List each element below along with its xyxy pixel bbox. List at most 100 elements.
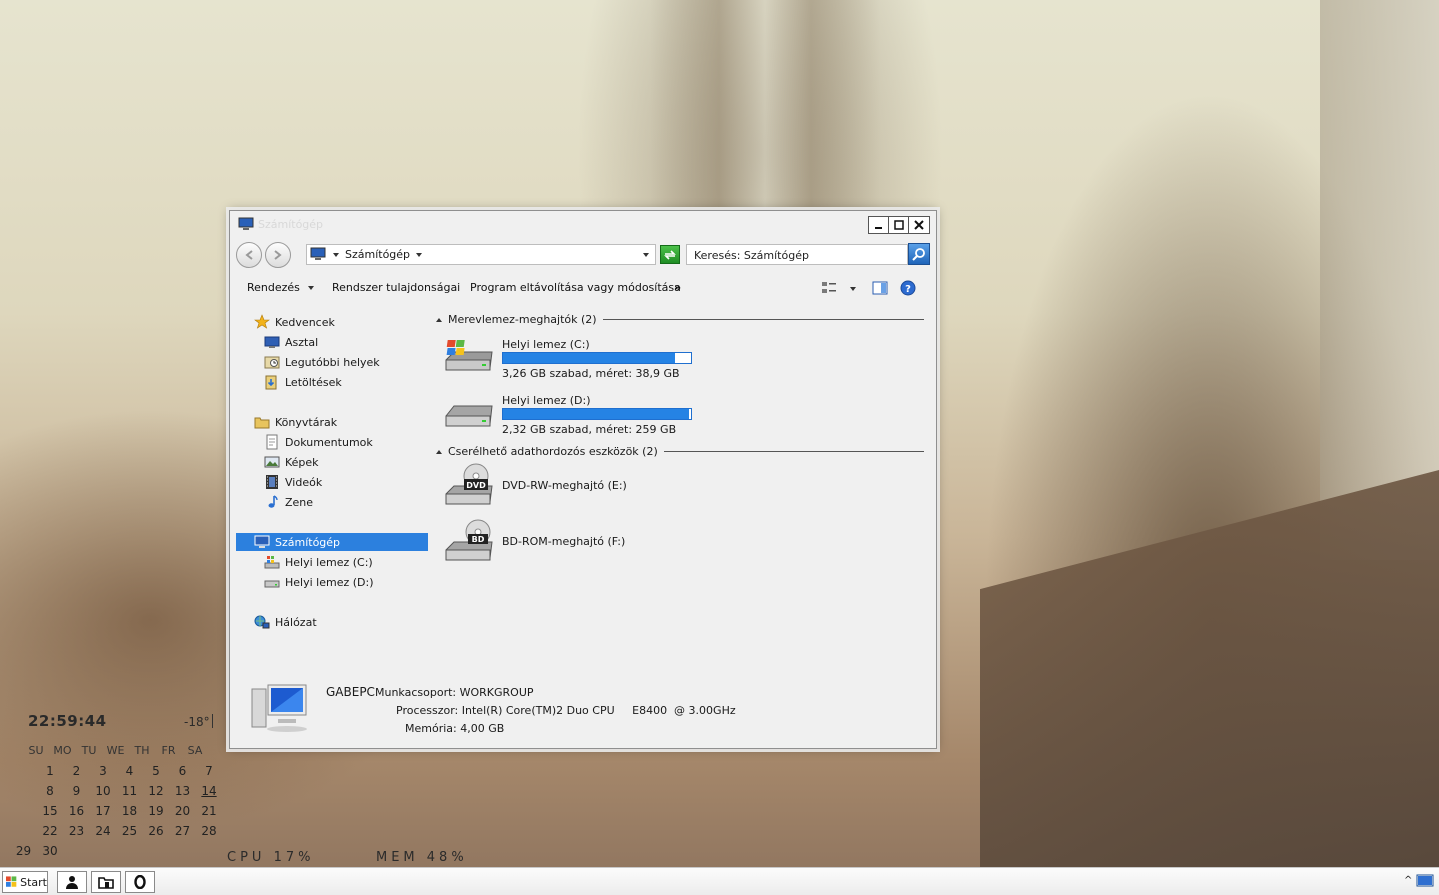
calendar-day[interactable]: 24: [90, 824, 116, 838]
drive-item-f[interactable]: BD BD-ROM-meghajtó (F:): [444, 518, 704, 566]
minimize-button[interactable]: [869, 217, 889, 233]
nav-favorites[interactable]: Kedvencek: [236, 313, 428, 331]
nav-computer[interactable]: Számítógép: [236, 533, 428, 551]
taskbar-user-button[interactable]: [57, 871, 87, 893]
nav-music[interactable]: Zene: [236, 493, 428, 511]
bd-drive-icon: BD: [445, 519, 493, 561]
drive-usage-bar: [502, 352, 692, 364]
calendar-day[interactable]: 1: [37, 764, 63, 778]
calendar-day[interactable]: 12: [143, 784, 169, 798]
caption-buttons: [868, 216, 930, 234]
nav-computer-label: Számítógép: [275, 535, 341, 549]
calendar-day[interactable]: 10: [90, 784, 116, 798]
group-hard-disks[interactable]: Merevlemez-meghajtók (2): [434, 313, 924, 326]
drive-name: DVD-RW-meghajtó (E:): [502, 479, 627, 492]
uninstall-program-button[interactable]: Program eltávolítása vagy módosítása: [470, 281, 681, 294]
more-label: »: [674, 281, 682, 294]
taskbar-explorer-button[interactable]: [91, 871, 121, 893]
tray-expand-icon[interactable]: ^: [1404, 875, 1412, 886]
nav-pictures[interactable]: Képek: [236, 453, 428, 471]
calendar-day[interactable]: 28: [196, 824, 222, 838]
calendar-day[interactable]: 2: [64, 764, 90, 778]
explorer-window[interactable]: Számítógép Számítógép Keresés: Számítógé…: [229, 210, 937, 749]
calendar-day[interactable]: 3: [90, 764, 116, 778]
address-bar[interactable]: Számítógép: [306, 244, 656, 265]
memory-meter: MEM 48%: [376, 850, 468, 865]
calendar-day[interactable]: 19: [143, 804, 169, 818]
view-options-dropdown-icon[interactable]: [850, 287, 856, 291]
calendar-day[interactable]: 18: [117, 804, 143, 818]
nav-libraries[interactable]: Könyvtárak: [236, 413, 428, 431]
drive-size: 2,32 GB szabad, méret: 259 GB: [502, 423, 677, 436]
drive-item-d[interactable]: Helyi lemez (D:) 2,32 GB szabad, méret: …: [444, 394, 704, 436]
more-commands-button[interactable]: »: [674, 281, 681, 294]
collapse-caret-icon[interactable]: [436, 317, 442, 322]
calendar-day[interactable]: 9: [64, 784, 90, 798]
drive-item-c[interactable]: Helyi lemez (C:) 3,26 GB szabad, méret: …: [444, 338, 704, 380]
nav-network[interactable]: Hálózat: [236, 613, 428, 631]
nav-local-c[interactable]: Helyi lemez (C:): [236, 553, 428, 571]
calendar-day[interactable]: 14: [196, 784, 222, 798]
calendar-day[interactable]: 7: [196, 764, 222, 778]
chevron-down-icon: [307, 285, 314, 290]
nav-desktop[interactable]: Asztal: [236, 333, 428, 351]
organize-button[interactable]: Rendezés: [247, 281, 314, 294]
calendar-day[interactable]: 15: [37, 804, 63, 818]
calendar-day[interactable]: 17: [90, 804, 116, 818]
calendar-day[interactable]: 25: [117, 824, 143, 838]
search-input[interactable]: Keresés: Számítógép: [686, 244, 908, 265]
calendar-day[interactable]: 20: [170, 804, 196, 818]
calendar-day[interactable]: 22: [37, 824, 63, 838]
change-view-icon[interactable]: [821, 280, 837, 296]
calendar-day[interactable]: 26: [143, 824, 169, 838]
calendar-day[interactable]: 6: [170, 764, 196, 778]
nav-downloads[interactable]: Letöltések: [236, 373, 428, 391]
details-pane: GABEPC Munkacsoport: WORKGROUP Processzo…: [230, 671, 936, 749]
calendar-day[interactable]: 11: [117, 784, 143, 798]
calendar-day[interactable]: 30: [37, 844, 63, 858]
command-bar: Rendezés Rendszer tulajdonságai Program …: [230, 275, 936, 301]
drive-item-e[interactable]: DVD DVD-RW-meghajtó (E:): [444, 462, 704, 510]
taskbar-opera-button[interactable]: [125, 871, 155, 893]
refresh-button[interactable]: [660, 245, 680, 264]
nav-local-d[interactable]: Helyi lemez (D:): [236, 573, 428, 591]
documents-icon: [266, 434, 278, 450]
system-properties-button[interactable]: Rendszer tulajdonságai: [332, 281, 460, 294]
breadcrumb-computer[interactable]: Számítógép: [345, 248, 410, 261]
collapse-caret-icon[interactable]: [436, 449, 442, 454]
calendar-day[interactable]: 29: [11, 844, 37, 858]
group-removable[interactable]: Cserélhető adathordozós eszközök (2): [434, 445, 924, 458]
start-button[interactable]: Start: [2, 871, 48, 893]
breadcrumb[interactable]: Számítógép: [333, 248, 423, 261]
nav-recent-places[interactable]: Legutóbbi helyek: [236, 353, 428, 371]
calendar-day[interactable]: 5: [143, 764, 169, 778]
calendar-day[interactable]: 13: [170, 784, 196, 798]
search-button[interactable]: [908, 243, 930, 265]
maximize-button[interactable]: [889, 217, 909, 233]
address-history-dropdown-icon[interactable]: [643, 253, 649, 257]
drive-name: BD-ROM-meghajtó (F:): [502, 535, 626, 548]
back-button[interactable]: [236, 242, 262, 268]
forward-button[interactable]: [265, 242, 291, 268]
show-desktop-icon[interactable]: [1416, 873, 1434, 889]
nav-pictures-label: Képek: [285, 455, 319, 469]
refresh-icon: [664, 249, 676, 260]
title-bar[interactable]: Számítógép: [230, 211, 936, 237]
preview-pane-icon[interactable]: [872, 280, 888, 296]
calendar-day[interactable]: 8: [37, 784, 63, 798]
nav-desktop-label: Asztal: [285, 335, 319, 349]
close-button[interactable]: [909, 217, 929, 233]
workgroup-value: WORKGROUP: [459, 686, 534, 699]
calendar-day[interactable]: 16: [64, 804, 90, 818]
help-icon[interactable]: ?: [900, 280, 916, 296]
calendar-day[interactable]: 27: [170, 824, 196, 838]
calendar-day[interactable]: 21: [196, 804, 222, 818]
nav-documents[interactable]: Dokumentumok: [236, 433, 428, 451]
start-label: Start: [20, 875, 47, 889]
calendar-weekday: TU: [81, 744, 97, 757]
breadcrumb-dropdown-icon[interactable]: [416, 252, 423, 257]
calendar-day[interactable]: 4: [117, 764, 143, 778]
nav-videos[interactable]: Videók: [236, 473, 428, 491]
group-removable-label: Cserélhető adathordozós eszközök (2): [448, 445, 658, 458]
calendar-day[interactable]: 23: [64, 824, 90, 838]
